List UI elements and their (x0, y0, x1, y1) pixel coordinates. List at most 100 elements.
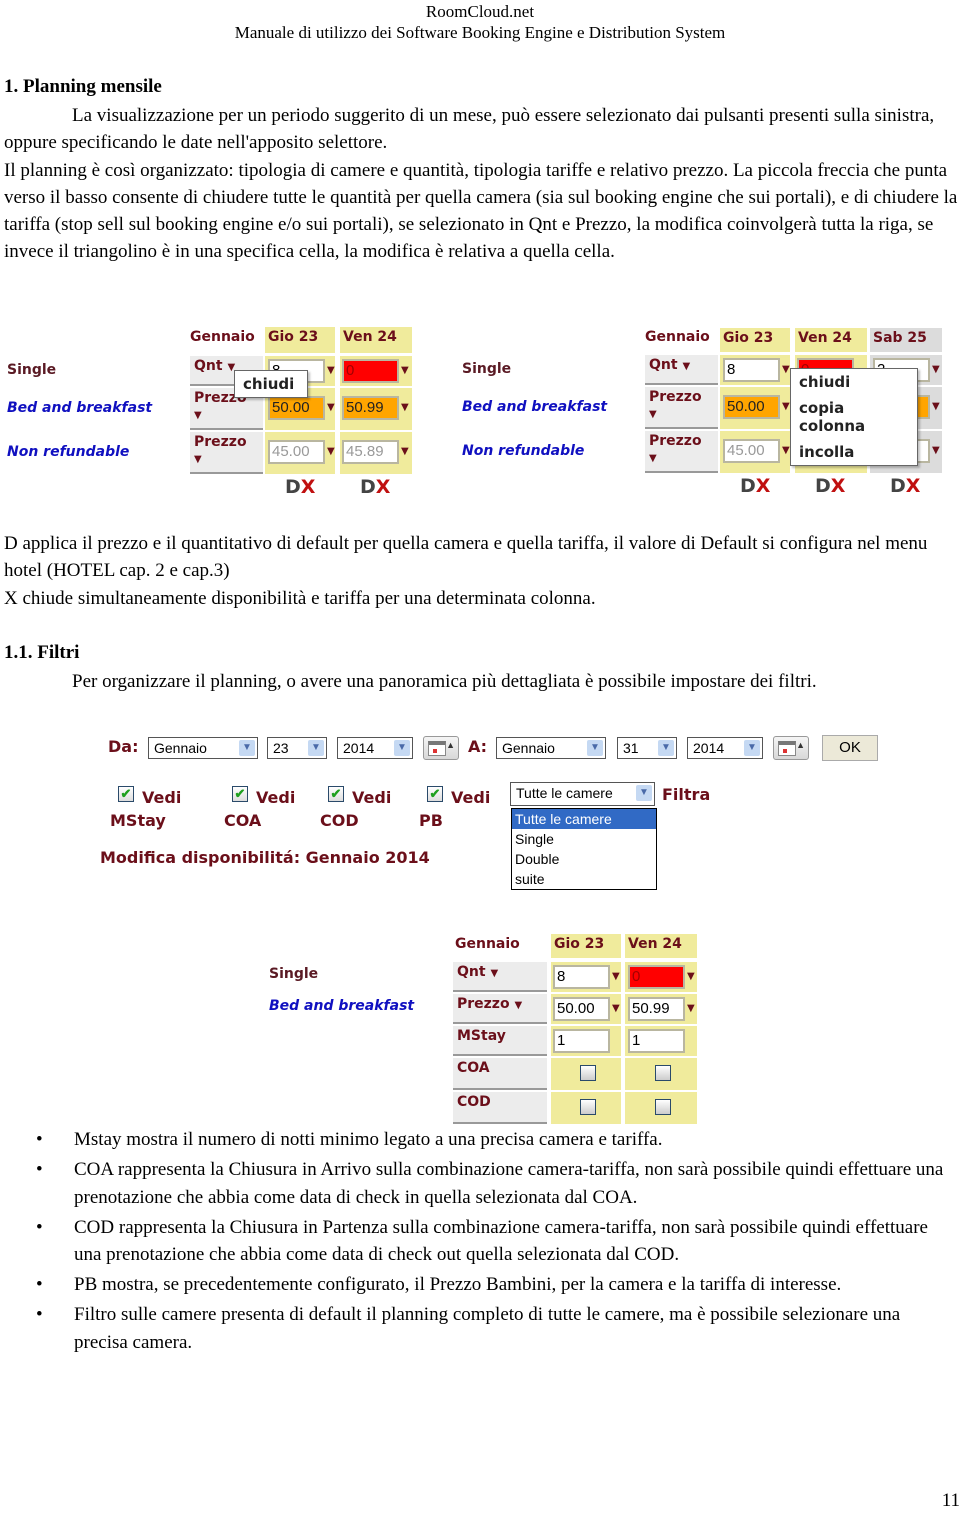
dropdown-triangle-icon[interactable]: ▼ (401, 402, 409, 413)
to-label: A: (468, 737, 488, 756)
dropdown-triangle-icon[interactable]: ▼ (401, 365, 409, 376)
prezzo-row-label[interactable]: Prezzo ▼ (453, 994, 547, 1024)
filters-intro: Per organizzare il planning, o avere una… (4, 668, 960, 695)
dropdown-triangle-icon[interactable]: ▼ (649, 409, 657, 420)
prezzo-label: Prezzo (457, 996, 510, 1012)
day-header: Gio 23 (551, 934, 621, 958)
dropdown-triangle-icon[interactable]: ▼ (327, 365, 335, 376)
to-month-select[interactable]: Gennaio ▼ (496, 737, 606, 759)
checkbox-coa[interactable]: ✔ (232, 786, 248, 802)
checkbox-label: COD (320, 811, 359, 830)
default-button[interactable]: D (285, 476, 301, 498)
chevron-down-icon: ▼ (394, 740, 410, 756)
default-button[interactable]: D (815, 475, 831, 497)
ok-button[interactable]: OK (822, 735, 878, 761)
price-input[interactable]: 50.99 (342, 396, 399, 420)
menu-item-incolla[interactable]: incolla (791, 439, 917, 465)
dropdown-option[interactable]: Double (512, 849, 656, 869)
checkbox-mstay[interactable]: ✔ (118, 786, 134, 802)
feature-bullet-list: Mstay mostra il numero di notti minimo l… (0, 1126, 960, 1359)
x-explanation: X chiude simultaneamente disponibilità e… (4, 587, 596, 609)
from-year-select[interactable]: 2014 ▼ (337, 737, 413, 759)
prezzo-row-label[interactable]: Prezzo ▼ (645, 387, 718, 429)
dropdown-triangle-icon[interactable]: ▼ (687, 1003, 695, 1014)
filter-button[interactable]: Filtra (662, 785, 710, 804)
prezzo-row-label[interactable]: Prezzo ▼ (190, 432, 263, 474)
dropdown-triangle-icon[interactable]: ▼ (327, 446, 335, 457)
default-button[interactable]: D (890, 475, 906, 497)
dropdown-triangle-icon[interactable]: ▼ (649, 453, 657, 464)
close-column-button[interactable]: X (376, 476, 391, 498)
room-filter-select[interactable]: Tutte le camere ▼ (510, 782, 655, 806)
dropdown-option[interactable]: suite (512, 869, 656, 889)
calendar-icon[interactable]: ▲ (423, 736, 459, 760)
coa-checkbox[interactable] (655, 1065, 671, 1081)
dropdown-triangle-icon[interactable]: ▼ (327, 402, 335, 413)
qnt-input[interactable]: 8 (553, 965, 610, 989)
room-label: Single (269, 966, 319, 982)
qnt-row-label[interactable]: Qnt ▼ (453, 962, 547, 992)
close-column-button[interactable]: X (831, 475, 846, 497)
qnt-input[interactable]: 0 (342, 359, 399, 383)
close-column-button[interactable]: X (756, 475, 771, 497)
price-input[interactable]: 45.00 (723, 439, 780, 463)
dx-buttons: DX (360, 476, 390, 498)
qnt-input[interactable]: 8 (723, 358, 780, 382)
from-month-select[interactable]: Gennaio ▼ (148, 737, 258, 759)
from-day-select[interactable]: 23 ▼ (267, 737, 327, 759)
list-item: COD rappresenta la Chiusura in Partenza … (0, 1214, 954, 1269)
dropdown-triangle-icon[interactable]: ▼ (782, 364, 790, 375)
menu-item-chiudi[interactable]: chiudi (791, 369, 917, 395)
price-input[interactable]: 50.00 (268, 396, 325, 420)
dropdown-triangle-icon[interactable]: ▼ (682, 361, 690, 372)
cod-checkbox[interactable] (655, 1099, 671, 1115)
qnt-input[interactable]: 0 (628, 965, 685, 989)
dropdown-triangle-icon[interactable]: ▼ (194, 410, 202, 421)
dropdown-triangle-icon[interactable]: ▼ (782, 401, 790, 412)
to-year-select[interactable]: 2014 ▼ (687, 737, 763, 759)
prezzo-row-label[interactable]: Prezzo ▼ (645, 431, 718, 473)
planning-screenshot-mstay: Single Bed and breakfast Gennaio Gio 23 … (260, 928, 710, 1128)
dropdown-triangle-icon[interactable]: ▼ (782, 445, 790, 456)
close-column-button[interactable]: X (906, 475, 921, 497)
default-button[interactable]: D (740, 475, 756, 497)
to-day-select[interactable]: 31 ▼ (617, 737, 677, 759)
qnt-label: Qnt (457, 964, 486, 980)
dropdown-triangle-icon[interactable]: ▼ (932, 445, 940, 456)
dropdown-triangle-icon[interactable]: ▼ (932, 364, 940, 375)
filters-intro-text: Per organizzare il planning, o avere una… (72, 671, 817, 692)
mstay-input[interactable]: 1 (628, 1029, 685, 1053)
price-input[interactable]: 45.89 (342, 440, 399, 464)
day-header: Ven 24 (795, 328, 867, 352)
price-input[interactable]: 45.00 (268, 440, 325, 464)
dropdown-triangle-icon[interactable]: ▼ (401, 446, 409, 457)
dropdown-triangle-icon[interactable]: ▼ (612, 1003, 620, 1014)
availability-title: Modifica disponibilitá: Gennaio 2014 (100, 848, 430, 867)
dropdown-triangle-icon[interactable]: ▼ (932, 401, 940, 412)
dropdown-triangle-icon[interactable]: ▼ (490, 968, 498, 979)
checkbox-label: COA (224, 811, 262, 830)
day-header: Sab 25 (870, 328, 942, 352)
checkbox-cod[interactable]: ✔ (328, 786, 344, 802)
qnt-row-label[interactable]: Qnt ▼ (645, 355, 718, 385)
cod-checkbox[interactable] (580, 1099, 596, 1115)
price-input[interactable]: 50.00 (723, 395, 780, 419)
default-button[interactable]: D (360, 476, 376, 498)
dropdown-triangle-icon[interactable]: ▼ (194, 454, 202, 465)
context-menu: chiudi (234, 370, 308, 398)
checkbox-pb[interactable]: ✔ (427, 786, 443, 802)
dropdown-triangle-icon[interactable]: ▼ (687, 971, 695, 982)
menu-item-chiudi[interactable]: chiudi (235, 371, 307, 397)
price-input[interactable]: 50.99 (628, 997, 685, 1021)
menu-item-copia-colonna[interactable]: copia colonna (791, 395, 917, 439)
dropdown-triangle-icon[interactable]: ▼ (514, 1000, 522, 1011)
calendar-icon[interactable]: ▲ (773, 736, 809, 760)
coa-checkbox[interactable] (580, 1065, 596, 1081)
dropdown-option[interactable]: Tutte le camere (512, 809, 656, 829)
price-input[interactable]: 50.00 (553, 997, 610, 1021)
close-column-button[interactable]: X (301, 476, 316, 498)
dropdown-triangle-icon[interactable]: ▼ (612, 971, 620, 982)
dropdown-option[interactable]: Single (512, 829, 656, 849)
rate-label: Bed and breakfast (269, 998, 415, 1014)
mstay-input[interactable]: 1 (553, 1029, 610, 1053)
